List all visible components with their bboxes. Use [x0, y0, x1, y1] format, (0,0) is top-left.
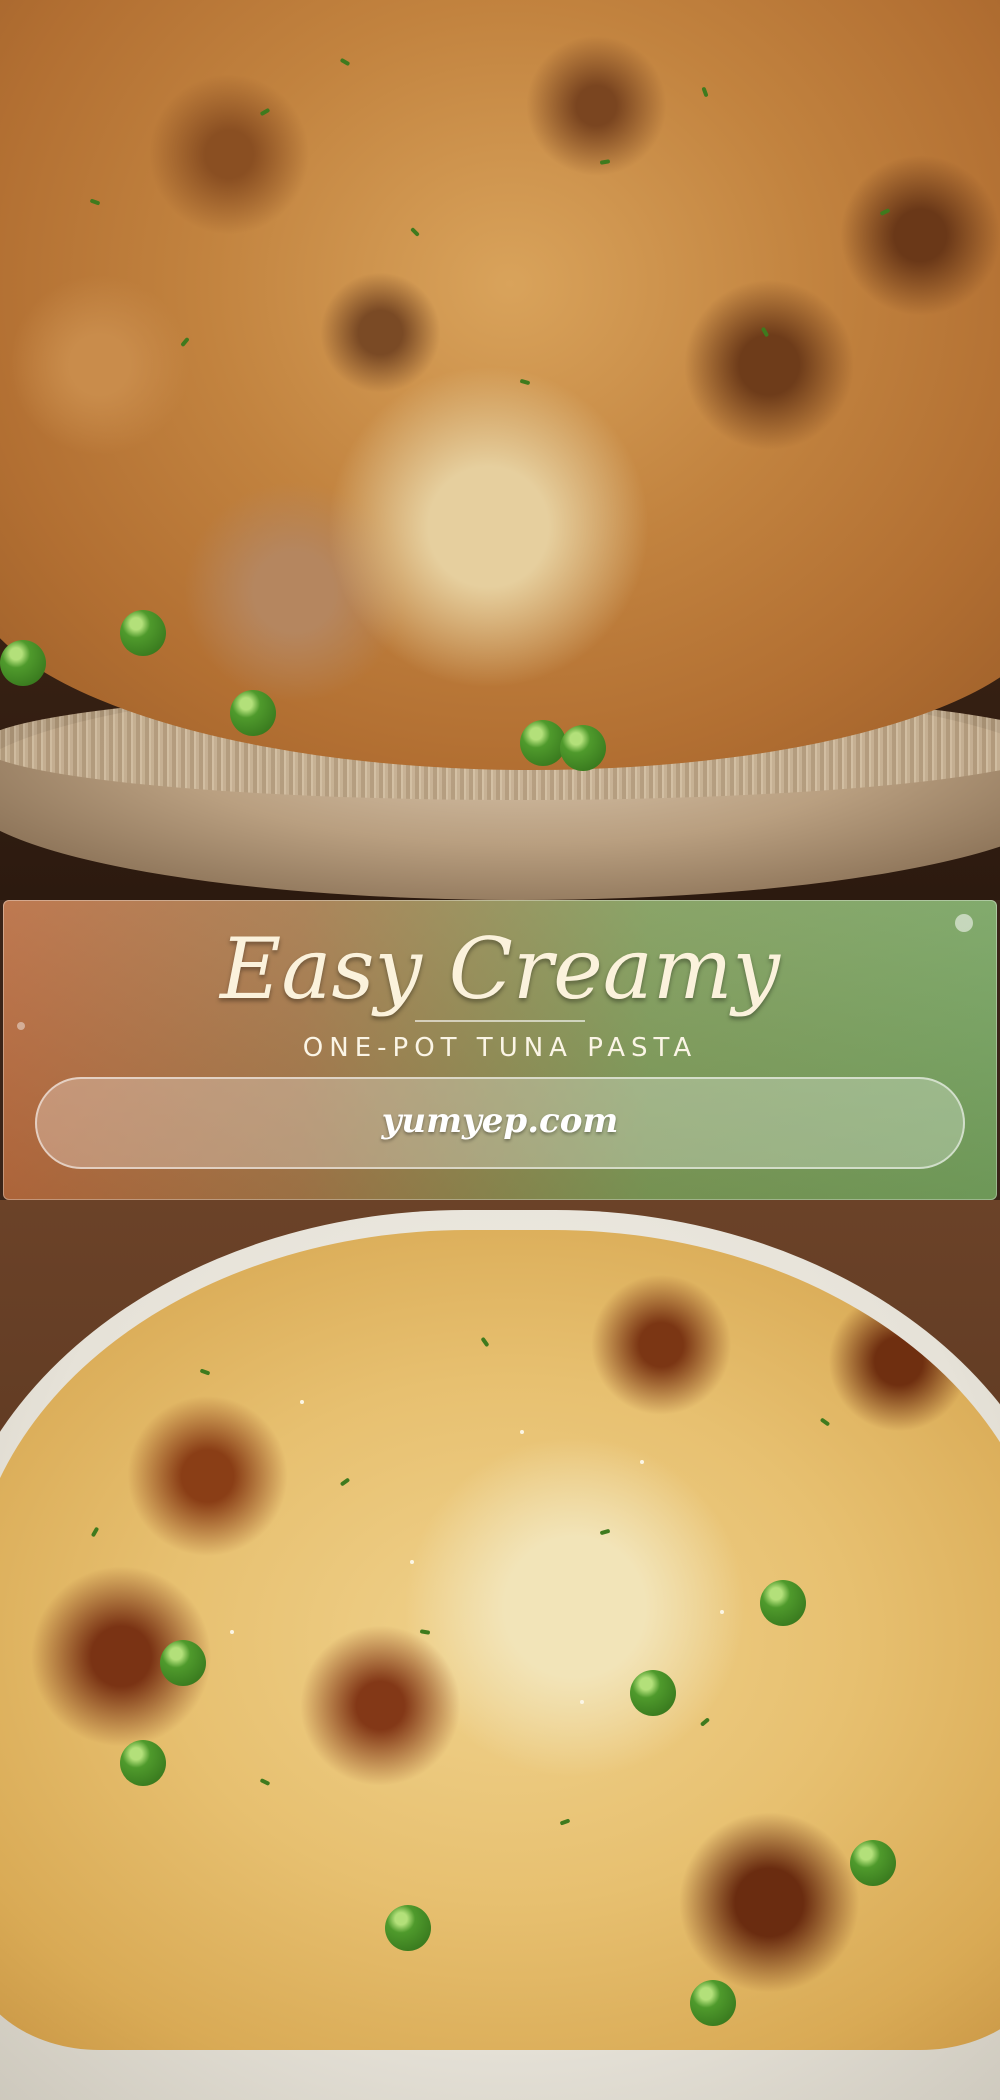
- parmesan: [410, 1560, 414, 1564]
- pea: [120, 610, 166, 656]
- pea: [690, 1980, 736, 2026]
- parmesan: [300, 1400, 304, 1404]
- pea: [120, 1740, 166, 1786]
- parmesan: [520, 1430, 524, 1434]
- pea: [230, 690, 276, 736]
- parmesan: [640, 1460, 644, 1464]
- pea: [0, 640, 46, 686]
- pea: [760, 1580, 806, 1626]
- title-banner: Easy Creamy ONE-POT TUNA PASTA yumyep.co…: [3, 900, 997, 1200]
- cheesy-tuna-noodle-bake: [0, 1230, 1000, 2050]
- pea: [520, 720, 566, 766]
- parmesan: [720, 1610, 724, 1614]
- recipe-title: Easy Creamy: [220, 920, 780, 1018]
- website-link[interactable]: yumyep.com: [35, 1101, 965, 1141]
- pea: [385, 1905, 431, 1951]
- parmesan: [230, 1630, 234, 1634]
- website-pill[interactable]: yumyep.com: [35, 1077, 965, 1169]
- title-divider: [415, 1020, 585, 1022]
- pea: [850, 1840, 896, 1886]
- top-food-photo: [0, 0, 1000, 900]
- pea: [630, 1670, 676, 1716]
- pea: [160, 1640, 206, 1686]
- parmesan: [580, 1700, 584, 1704]
- decorative-dot: [17, 1022, 25, 1030]
- bottom-food-photo: [0, 1200, 1000, 2100]
- pea: [560, 725, 606, 771]
- pin-page: Easy Creamy ONE-POT TUNA PASTA yumyep.co…: [0, 0, 1000, 2100]
- recipe-subtitle: ONE-POT TUNA PASTA: [302, 1033, 698, 1063]
